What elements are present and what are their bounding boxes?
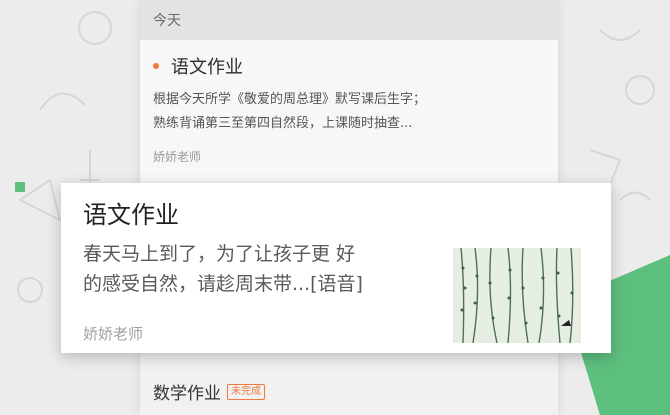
featured-card-title: 语文作业	[83, 201, 179, 229]
homework-card[interactable]: 语文作业 根据今天所学《敬爱的周总理》默写课后生字； 熟练背诵第三至第四自然段，…	[140, 40, 558, 182]
green-accent-small	[15, 182, 25, 192]
willow-branches-photo-icon[interactable]	[453, 248, 581, 343]
featured-card-teacher: 娇娇老师	[83, 325, 144, 343]
homework-card-body: 根据今天所学《敬爱的周总理》默写课后生字； 熟练背诵第三至第四自然段，上课随时抽…	[153, 92, 427, 131]
date-label: 今天	[153, 13, 181, 29]
homework-card-title: 语文作业	[171, 57, 243, 78]
next-homework-item[interactable]: 数学作业 未完成	[140, 368, 558, 415]
unread-dot-icon	[153, 63, 159, 69]
featured-card-body: 春天马上到了，为了让孩子更 好 的感受自然，请趁周末带...[语音]	[83, 243, 363, 295]
featured-homework-card[interactable]: 语文作业 春天马上到了，为了让孩子更 好 的感受自然，请趁周末带...[语音] …	[61, 183, 611, 353]
homework-card-teacher: 娇娇老师	[153, 150, 202, 164]
date-section-header: 今天	[140, 0, 558, 40]
next-homework-title: 数学作业	[153, 384, 221, 404]
status-badge: 未完成	[227, 383, 265, 400]
smiley-doodle-icon	[78, 11, 112, 45]
